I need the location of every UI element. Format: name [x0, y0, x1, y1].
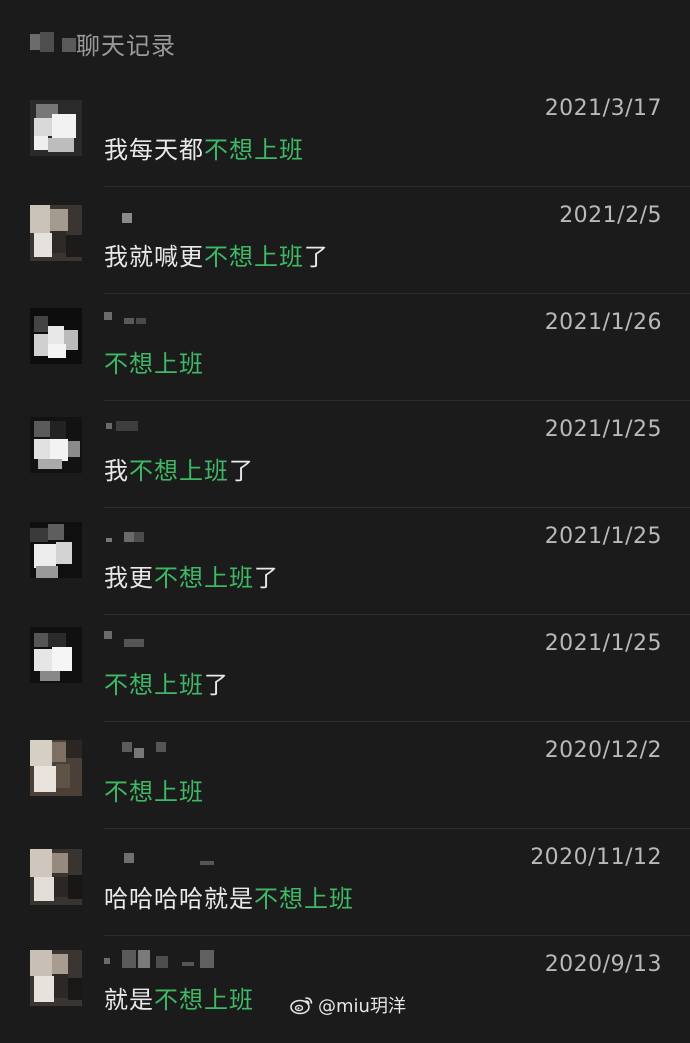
message-date: 2021/1/26 [544, 310, 662, 335]
message-text: 我更不想上班了 [104, 564, 279, 592]
chat-history-header: 聊天记录 [0, 0, 690, 80]
avatar [30, 205, 82, 261]
list-item[interactable]: 2020/12/2 不想上班 [0, 722, 690, 829]
keyword-highlight: 不想上班 [204, 136, 304, 164]
avatar [30, 627, 82, 683]
avatar [30, 950, 82, 1006]
keyword-highlight: 不想上班 [254, 885, 354, 913]
message-date: 2020/12/2 [544, 738, 662, 763]
pixelated-nickname [104, 213, 224, 233]
avatar [30, 417, 82, 473]
list-item[interactable]: 2021/1/25 不想上班了 [0, 615, 690, 722]
list-item[interactable]: 2021/2/5 我就喊更不想上班了 [0, 187, 690, 294]
keyword-highlight: 不想上班 [154, 986, 254, 1014]
message-text: 不想上班了 [104, 671, 229, 699]
message-date: 2021/1/25 [544, 417, 662, 442]
message-text: 我就喊更不想上班了 [104, 243, 329, 271]
message-text: 就是不想上班 [104, 986, 254, 1014]
pixelated-nickname [104, 742, 224, 762]
pixelated-nickname [104, 950, 224, 970]
avatar [30, 100, 82, 156]
keyword-highlight: 不想上班 [104, 671, 204, 699]
message-date: 2020/9/13 [544, 952, 662, 977]
list-item[interactable]: 2021/1/25 我不想上班了 [0, 401, 690, 508]
message-date: 2021/1/25 [544, 631, 662, 656]
watermark-text: @miu玥洋 [318, 996, 406, 1017]
page-title: 聊天记录 [76, 32, 176, 60]
message-date: 2021/1/25 [544, 524, 662, 549]
avatar [30, 522, 82, 578]
avatar [30, 308, 82, 364]
pixelated-nickname [104, 631, 224, 651]
message-text: 我每天都不想上班 [104, 136, 304, 164]
avatar [30, 740, 82, 796]
pixelated-nickname [104, 100, 224, 120]
message-date: 2020/11/12 [530, 845, 662, 870]
keyword-highlight: 不想上班 [104, 778, 204, 806]
list-item[interactable]: 2020/11/12 哈哈哈哈就是不想上班 [0, 829, 690, 936]
weibo-icon [290, 997, 313, 1015]
pixelated-contact-name [30, 30, 76, 54]
message-text: 我不想上班了 [104, 457, 254, 485]
list-item[interactable]: 2021/1/26 不想上班 [0, 294, 690, 401]
keyword-highlight: 不想上班 [129, 457, 229, 485]
message-date: 2021/2/5 [559, 203, 662, 228]
pixelated-nickname [104, 419, 224, 439]
pixelated-nickname [104, 312, 224, 332]
avatar [30, 849, 82, 905]
keyword-highlight: 不想上班 [104, 350, 204, 378]
weibo-watermark: @miu玥洋 [290, 992, 406, 1018]
message-text: 不想上班 [104, 344, 204, 379]
list-item[interactable]: 2021/1/25 我更不想上班了 [0, 508, 690, 615]
list-item[interactable]: 2020/9/13 就是不想上班 [0, 936, 690, 1043]
message-date: 2021/3/17 [544, 96, 662, 121]
pixelated-nickname [104, 532, 224, 552]
message-text: 不想上班 [104, 772, 204, 807]
pixelated-nickname [104, 853, 224, 873]
keyword-highlight: 不想上班 [154, 564, 254, 592]
keyword-highlight: 不想上班 [204, 243, 304, 271]
message-text: 哈哈哈哈就是不想上班 [104, 885, 354, 913]
list-item[interactable]: 2021/3/17 我每天都不想上班 [0, 80, 690, 187]
